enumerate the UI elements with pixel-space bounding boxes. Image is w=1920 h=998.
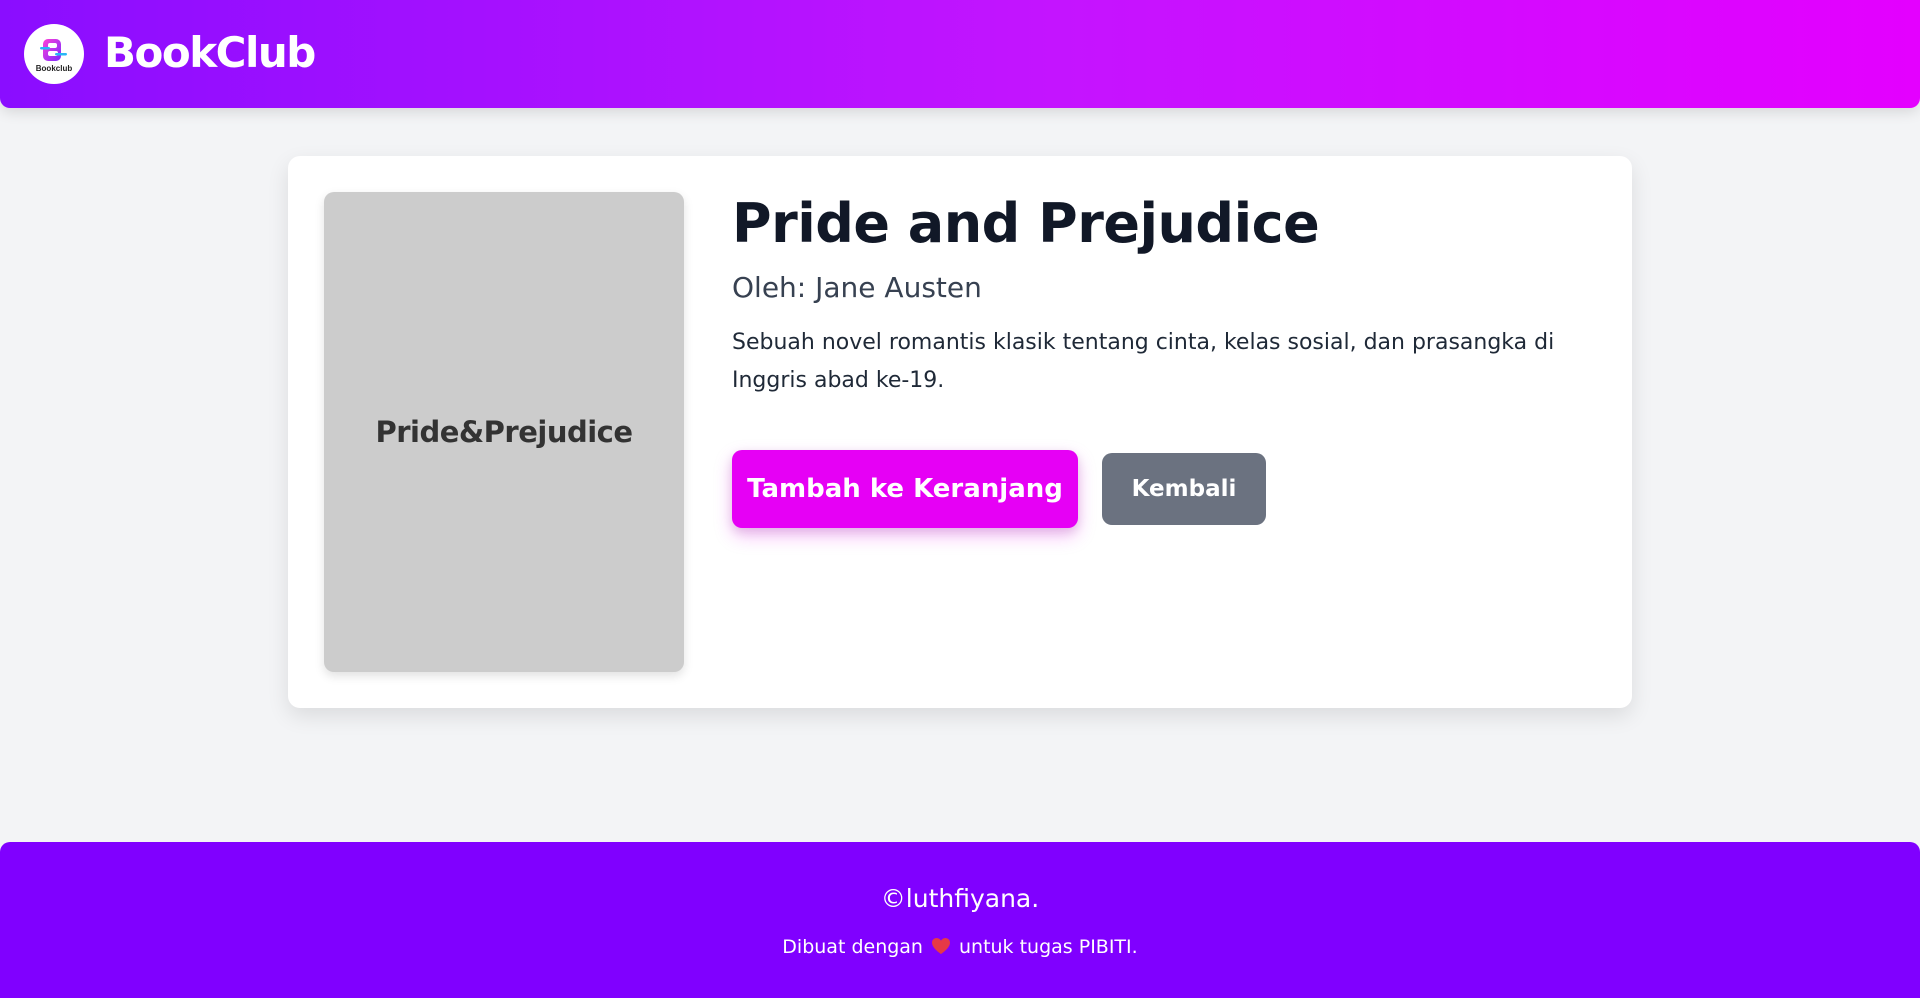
- book-detail-card: Pride&Prejudice Pride and Prejudice Oleh…: [288, 156, 1632, 708]
- copyright-text: ©luthfiyana.: [880, 884, 1040, 913]
- book-cover: Pride&Prejudice: [324, 192, 684, 672]
- bookclub-logo[interactable]: Bookclub: [24, 24, 84, 84]
- book-title: Pride and Prejudice: [732, 192, 1320, 255]
- site-header: Bookclub BookClub: [0, 0, 1920, 108]
- book-author: Oleh: Jane Austen: [732, 270, 982, 304]
- book-description: Sebuah novel romantis klasik tentang cin…: [732, 330, 1555, 394]
- book-actions: Tambah ke Keranjang Kembali: [732, 450, 1266, 528]
- add-to-cart-button[interactable]: Tambah ke Keranjang: [732, 450, 1078, 528]
- heart-icon: [931, 938, 950, 954]
- bookclub-logo-icon: [40, 39, 67, 61]
- logo-caption: Bookclub: [35, 64, 73, 73]
- made-with-prefix: Dibuat dengan: [782, 936, 923, 958]
- cover-text: Pride&Prejudice: [375, 415, 633, 449]
- book-info: Pride and Prejudice Oleh: Jane Austen Se…: [732, 192, 1602, 422]
- site-footer: ©luthfiyana. Dibuat dengan untuk tugas P…: [0, 842, 1920, 998]
- brand-name[interactable]: BookClub: [104, 28, 316, 78]
- made-with-text: Dibuat dengan untuk tugas PIBITI.: [0, 936, 1920, 959]
- made-with-suffix: untuk tugas PIBITI.: [958, 936, 1138, 958]
- back-button[interactable]: Kembali: [1102, 453, 1266, 525]
